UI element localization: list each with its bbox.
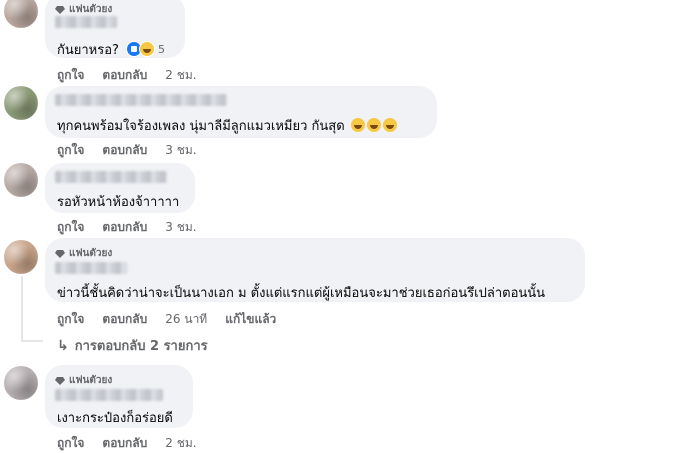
author-name[interactable] — [55, 262, 127, 274]
avatar[interactable] — [4, 0, 38, 28]
author-name[interactable] — [55, 389, 163, 401]
avatar[interactable] — [4, 163, 38, 197]
avatar[interactable] — [4, 86, 38, 120]
haha-reaction-icon — [139, 41, 155, 57]
reply-button[interactable]: ตอบกลับ — [102, 141, 147, 160]
grin-emoji-icon — [366, 118, 381, 132]
comment-text: เงาะกระป๋องก็อร่อยดี — [57, 411, 173, 426]
reaction-summary[interactable]: 5 — [126, 41, 165, 57]
comment-text: รอหัวหน้าห้องจ้าาาาา — [57, 195, 180, 210]
diamond-icon — [55, 249, 65, 258]
comment-time[interactable]: 2 ชม. — [165, 66, 196, 85]
like-button[interactable]: ถูกใจ — [57, 218, 84, 237]
like-button[interactable]: ถูกใจ — [57, 141, 84, 160]
comment-actions: ถูกใจ ตอบกลับ 2 ชม. — [57, 66, 197, 85]
view-replies-link[interactable]: ↳ การตอบกลับ 2 รายการ — [57, 335, 208, 356]
like-button[interactable]: ถูกใจ — [57, 66, 84, 85]
fan-badge: แฟนตัวยง — [55, 2, 112, 17]
comment-text: ทุกคนพร้อมใจร้องเพลง นุ่มาลีมีลูกแมวเหมี… — [57, 115, 397, 136]
reply-button[interactable]: ตอบกลับ — [102, 66, 147, 85]
fan-badge-label: แฟนตัวยง — [69, 375, 113, 386]
comment-time[interactable]: 3 ชม. — [165, 141, 196, 160]
reply-button[interactable]: ตอบกลับ — [102, 218, 147, 237]
comment-actions: ถูกใจ ตอบกลับ 2 ชม. — [57, 434, 197, 453]
comment-time[interactable]: 26 นาที — [165, 310, 207, 329]
reaction-count: 5 — [158, 42, 165, 56]
comment-time[interactable]: 3 ชม. — [165, 218, 196, 237]
thread-line — [21, 276, 23, 342]
comment-text-content: ทุกคนพร้อมใจร้องเพลง นุ่มาลีมีลูกแมวเหมี… — [57, 119, 345, 134]
fan-badge-label: แฟนตัวยง — [69, 248, 113, 259]
diamond-icon — [55, 376, 65, 385]
author-name[interactable] — [55, 171, 167, 183]
grin-emoji-icon — [350, 118, 365, 132]
comment-actions: ถูกใจ ตอบกลับ 3 ชม. — [57, 218, 197, 237]
comment-bubble: แฟนตัวยง ข่าวนี้ชั้นคิดว่าน่าจะเป็นนางเอ… — [45, 238, 585, 302]
avatar[interactable] — [4, 240, 38, 274]
like-button[interactable]: ถูกใจ — [57, 434, 84, 453]
avatar[interactable] — [4, 366, 38, 400]
author-name[interactable] — [55, 16, 117, 28]
reply-arrow-icon: ↳ — [57, 337, 69, 354]
comment-bubble: รอหัวหน้าห้องจ้าาาาา — [45, 163, 195, 213]
comment-bubble: แฟนตัวยง เงาะกระป๋องก็อร่อยดี — [45, 365, 193, 428]
comment-bubble: ทุกคนพร้อมใจร้องเพลง นุ่มาลีมีลูกแมวเหมี… — [45, 86, 437, 138]
fan-badge: แฟนตัวยง — [55, 246, 112, 261]
fan-badge: แฟนตัวยง — [55, 373, 112, 388]
thread-line — [21, 340, 43, 342]
reply-button[interactable]: ตอบกลับ — [102, 434, 147, 453]
reply-button[interactable]: ตอบกลับ — [102, 310, 147, 329]
comment-time[interactable]: 2 ชม. — [165, 434, 196, 453]
comment-text: กันยาหรอ? — [57, 43, 119, 58]
comment-actions: ถูกใจ ตอบกลับ 26 นาที แก้ไขแล้ว — [57, 310, 276, 329]
grin-emoji-icon — [382, 118, 397, 132]
comment-actions: ถูกใจ ตอบกลับ 3 ชม. — [57, 141, 197, 160]
like-button[interactable]: ถูกใจ — [57, 310, 84, 329]
comment-text: ข่าวนี้ชั้นคิดว่าน่าจะเป็นนางเอก ม ตั้งแ… — [57, 286, 546, 301]
fan-badge-label: แฟนตัวยง — [69, 4, 113, 15]
diamond-icon — [55, 5, 65, 14]
view-replies-label: การตอบกลับ 2 รายการ — [74, 339, 208, 354]
edited-label[interactable]: แก้ไขแล้ว — [225, 310, 276, 329]
author-name[interactable] — [55, 94, 227, 106]
